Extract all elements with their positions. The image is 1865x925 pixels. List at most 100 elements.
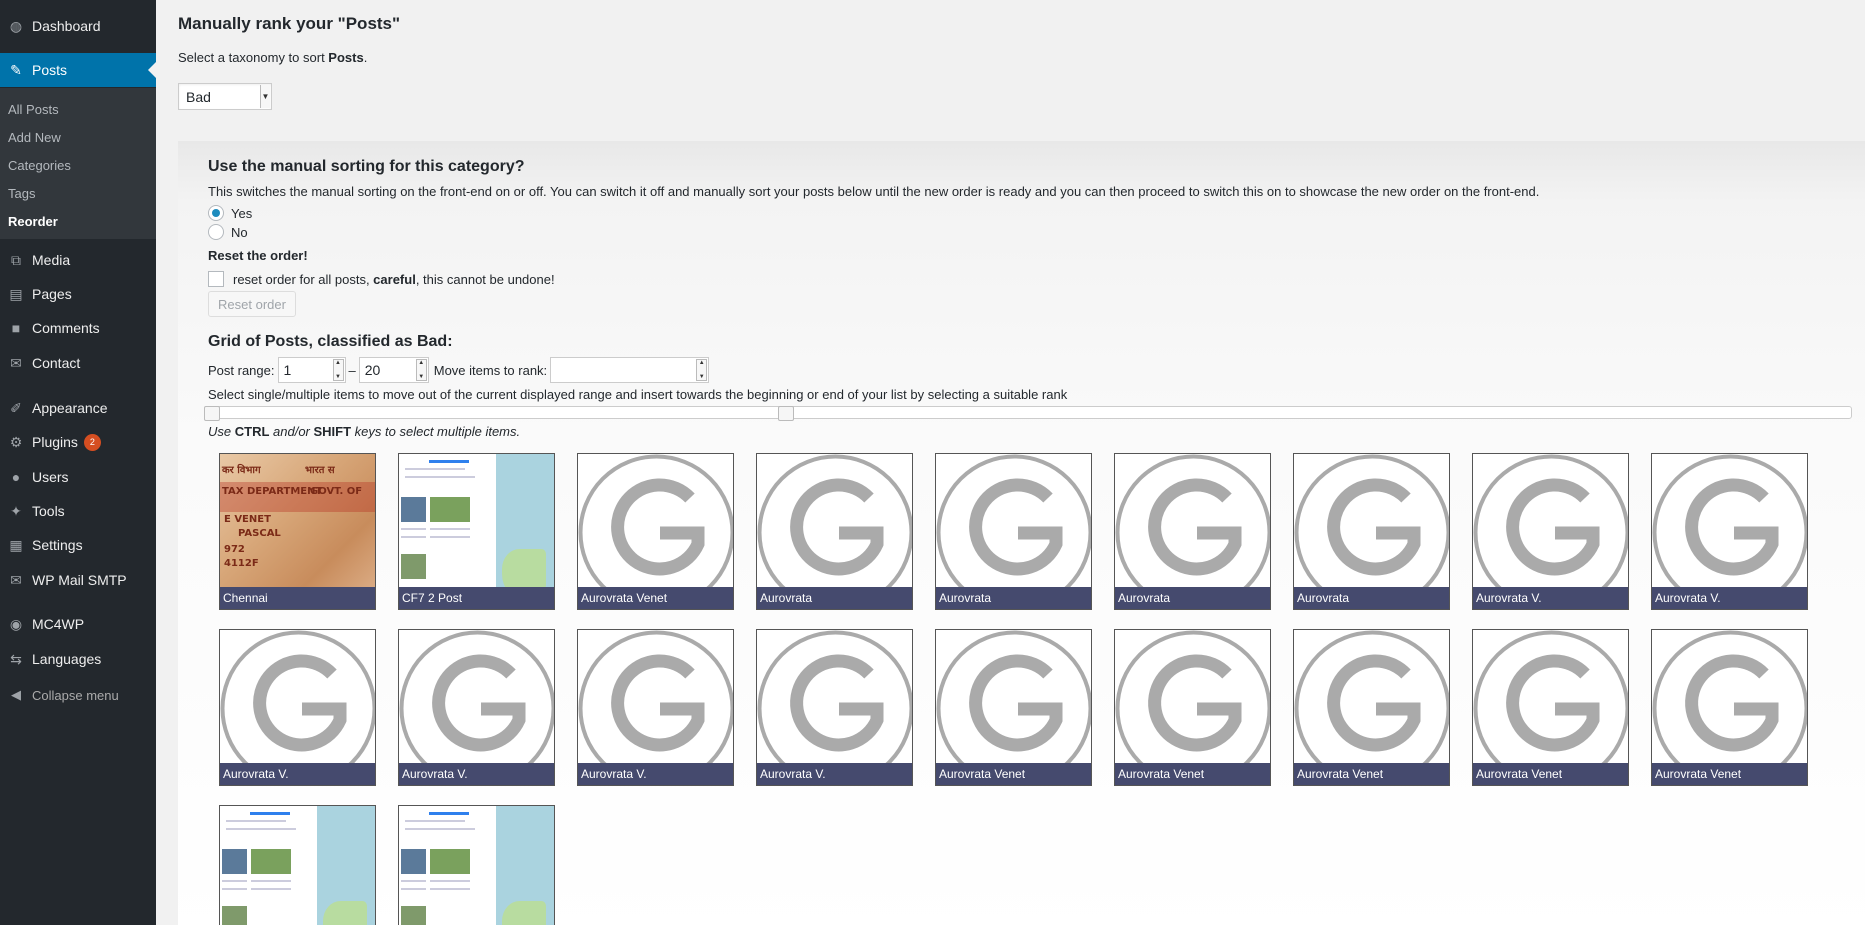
radio-yes-button[interactable] — [208, 205, 224, 221]
sidebar-item-comments[interactable]: ■ Comments — [0, 311, 156, 345]
sidebar-item-label: Comments — [32, 320, 100, 336]
post-tile[interactable]: कर विभाग भारत स TAX DEPARTMENT GOVT. OF E VE… — [219, 453, 376, 610]
taxonomy-select[interactable]: Bad ▼ — [178, 83, 272, 110]
mail-icon: ✉ — [10, 571, 22, 588]
post-tile[interactable]: Aurovrata Venet — [1472, 629, 1629, 786]
page-title: Manually rank your "Posts" — [178, 14, 401, 33]
taxonomy-intro: Select a taxonomy to sort Posts. — [178, 50, 368, 65]
post-tile-caption: Aurovrata Venet — [1115, 763, 1270, 785]
submenu-item-tags[interactable]: Tags — [0, 179, 156, 207]
post-tile[interactable]: Aurovrata V. — [577, 629, 734, 786]
post-tile[interactable]: Aurovrata — [935, 453, 1092, 610]
sidebar-item-label: Languages — [32, 651, 102, 667]
post-tile[interactable]: Aurovrata Venet — [1114, 629, 1271, 786]
settings-icon: ▦ — [9, 536, 23, 553]
sidebar-item-wp-mail-smtp[interactable]: ✉ WP Mail SMTP — [0, 563, 156, 597]
collapse-icon: ◀ — [11, 687, 21, 702]
sidebar-item-label: Tools — [32, 503, 65, 519]
plugins-update-badge: 2 — [83, 433, 101, 451]
post-tile-caption: CF7 2 Post — [399, 587, 554, 609]
sidebar-item-label: Users — [32, 469, 69, 485]
taxonomy-select-value: Bad — [186, 88, 211, 105]
post-tile[interactable]: Aurovrata V. — [1472, 453, 1629, 610]
submenu-item-all-posts[interactable]: All Posts — [0, 95, 156, 123]
post-tile[interactable] — [219, 805, 376, 925]
post-tile[interactable]: Aurovrata V. — [756, 629, 913, 786]
manual-sorting-description: This switches the manual sorting on the … — [208, 184, 1540, 199]
plugin-icon: ⚙ — [9, 433, 23, 450]
post-tile-caption: Aurovrata V. — [1473, 587, 1628, 609]
radio-no[interactable]: No — [208, 224, 248, 240]
sidebar-item-collapse-menu[interactable]: ◀ Collapse menu — [0, 678, 156, 712]
range-separator: – — [348, 362, 356, 378]
post-tile[interactable]: Aurovrata Venet — [935, 629, 1092, 786]
pin-icon: ✎ — [10, 61, 22, 78]
post-tile-caption: Aurovrata V. — [399, 763, 554, 785]
post-tile[interactable]: Aurovrata — [1293, 453, 1450, 610]
reset-order-button[interactable]: Reset order — [208, 291, 296, 317]
sidebar-item-label: WP Mail SMTP — [32, 572, 127, 588]
post-tile[interactable]: Aurovrata V. — [219, 629, 376, 786]
stepper-icon[interactable]: ▲ ▼ — [332, 359, 344, 381]
sidebar-item-contact[interactable]: ✉ Contact — [0, 346, 156, 380]
selection-help: Select single/multiple items to move out… — [208, 387, 1068, 402]
sidebar-item-users[interactable]: ● Users — [0, 460, 156, 494]
reset-checkbox[interactable] — [208, 271, 224, 287]
reset-checkbox-row[interactable]: reset order for all posts, careful, this… — [208, 271, 555, 287]
submenu-item-reorder[interactable]: Reorder — [0, 207, 156, 235]
sidebar-item-label: Dashboard — [32, 18, 101, 34]
post-tile[interactable]: Aurovrata Venet — [1651, 629, 1808, 786]
post-tile-caption: Aurovrata — [757, 587, 912, 609]
dashboard-icon: ◍ — [9, 17, 23, 34]
keys-help: Use CTRL and/or SHIFT keys to select mul… — [208, 424, 521, 439]
stepper-icon[interactable]: ▲ ▼ — [415, 359, 427, 381]
radio-no-button[interactable] — [208, 224, 224, 240]
move-rank-input[interactable]: ▲ ▼ — [550, 357, 710, 383]
manual-sorting-heading: Use the manual sorting for this category… — [208, 158, 525, 175]
pages-icon: ▤ — [9, 285, 23, 302]
range-slider[interactable] — [204, 406, 1852, 421]
post-tile[interactable]: CF7 2 Post — [398, 453, 555, 610]
post-tile-caption: Aurovrata V. — [220, 763, 375, 785]
mail-icon: ✉ — [10, 354, 22, 371]
post-tile[interactable]: Aurovrata V. — [1651, 453, 1808, 610]
sidebar-item-label: Posts — [32, 62, 68, 78]
sidebar-item-posts[interactable]: ✎ Posts — [0, 53, 156, 87]
chevron-down-icon: ▼ — [260, 85, 270, 108]
sidebar-item-label: Media — [32, 252, 71, 268]
map-screenshot-thumbnail — [399, 454, 554, 609]
sidebar-item-mc4wp[interactable]: ◉ MC4WP — [0, 607, 156, 641]
sorting-panel: Use the manual sorting for this category… — [178, 141, 1865, 925]
post-tile[interactable]: Aurovrata — [1114, 453, 1271, 610]
submenu-item-add-new[interactable]: Add New — [0, 123, 156, 151]
stepper-icon[interactable]: ▲ ▼ — [696, 359, 708, 381]
submenu-item-categories[interactable]: Categories — [0, 151, 156, 179]
sidebar-item-appearance[interactable]: ✐ Appearance — [0, 391, 156, 425]
reset-title: Reset the order! — [208, 248, 308, 263]
sidebar-item-settings[interactable]: ▦ Settings — [0, 528, 156, 562]
sidebar-item-media[interactable]: ⧉ Media — [0, 243, 156, 277]
posts-submenu: All Posts Add New Categories Tags Reorder — [0, 88, 156, 239]
sidebar-item-label: Plugins — [32, 434, 78, 450]
sidebar-item-languages[interactable]: ⇆ Languages — [0, 642, 156, 676]
post-tile-caption: Chennai — [220, 587, 375, 609]
post-tile[interactable]: Aurovrata — [756, 453, 913, 610]
range-to-input[interactable]: 20 ▲ ▼ — [358, 357, 429, 383]
post-tile[interactable]: Aurovrata V. — [398, 629, 555, 786]
post-tile[interactable]: Aurovrata Venet — [1293, 629, 1450, 786]
range-from-input[interactable]: 1 ▲ ▼ — [277, 357, 346, 383]
slider-handle-end[interactable] — [778, 406, 794, 421]
comments-icon: ■ — [11, 320, 21, 336]
slider-handle-start[interactable] — [204, 406, 220, 421]
post-tile[interactable] — [398, 805, 555, 925]
post-tile[interactable]: Aurovrata Venet — [577, 453, 734, 610]
move-rank-label: Move items to rank: — [433, 362, 548, 378]
sidebar-item-plugins[interactable]: ⚙ Plugins 2 — [0, 425, 156, 459]
sidebar-item-pages[interactable]: ▤ Pages — [0, 277, 156, 311]
sidebar-item-tools[interactable]: ✦ Tools — [0, 494, 156, 528]
sidebar-item-dashboard[interactable]: ◍ Dashboard — [0, 9, 156, 43]
sidebar-item-label: Collapse menu — [32, 687, 119, 703]
radio-yes[interactable]: Yes — [208, 205, 252, 221]
admin-sidebar: ◍ Dashboard ✎ Posts ⧉ Media ▤ Pages ■ Comments ✉ Co… — [0, 0, 156, 925]
sidebar-item-label: Appearance — [32, 400, 108, 416]
